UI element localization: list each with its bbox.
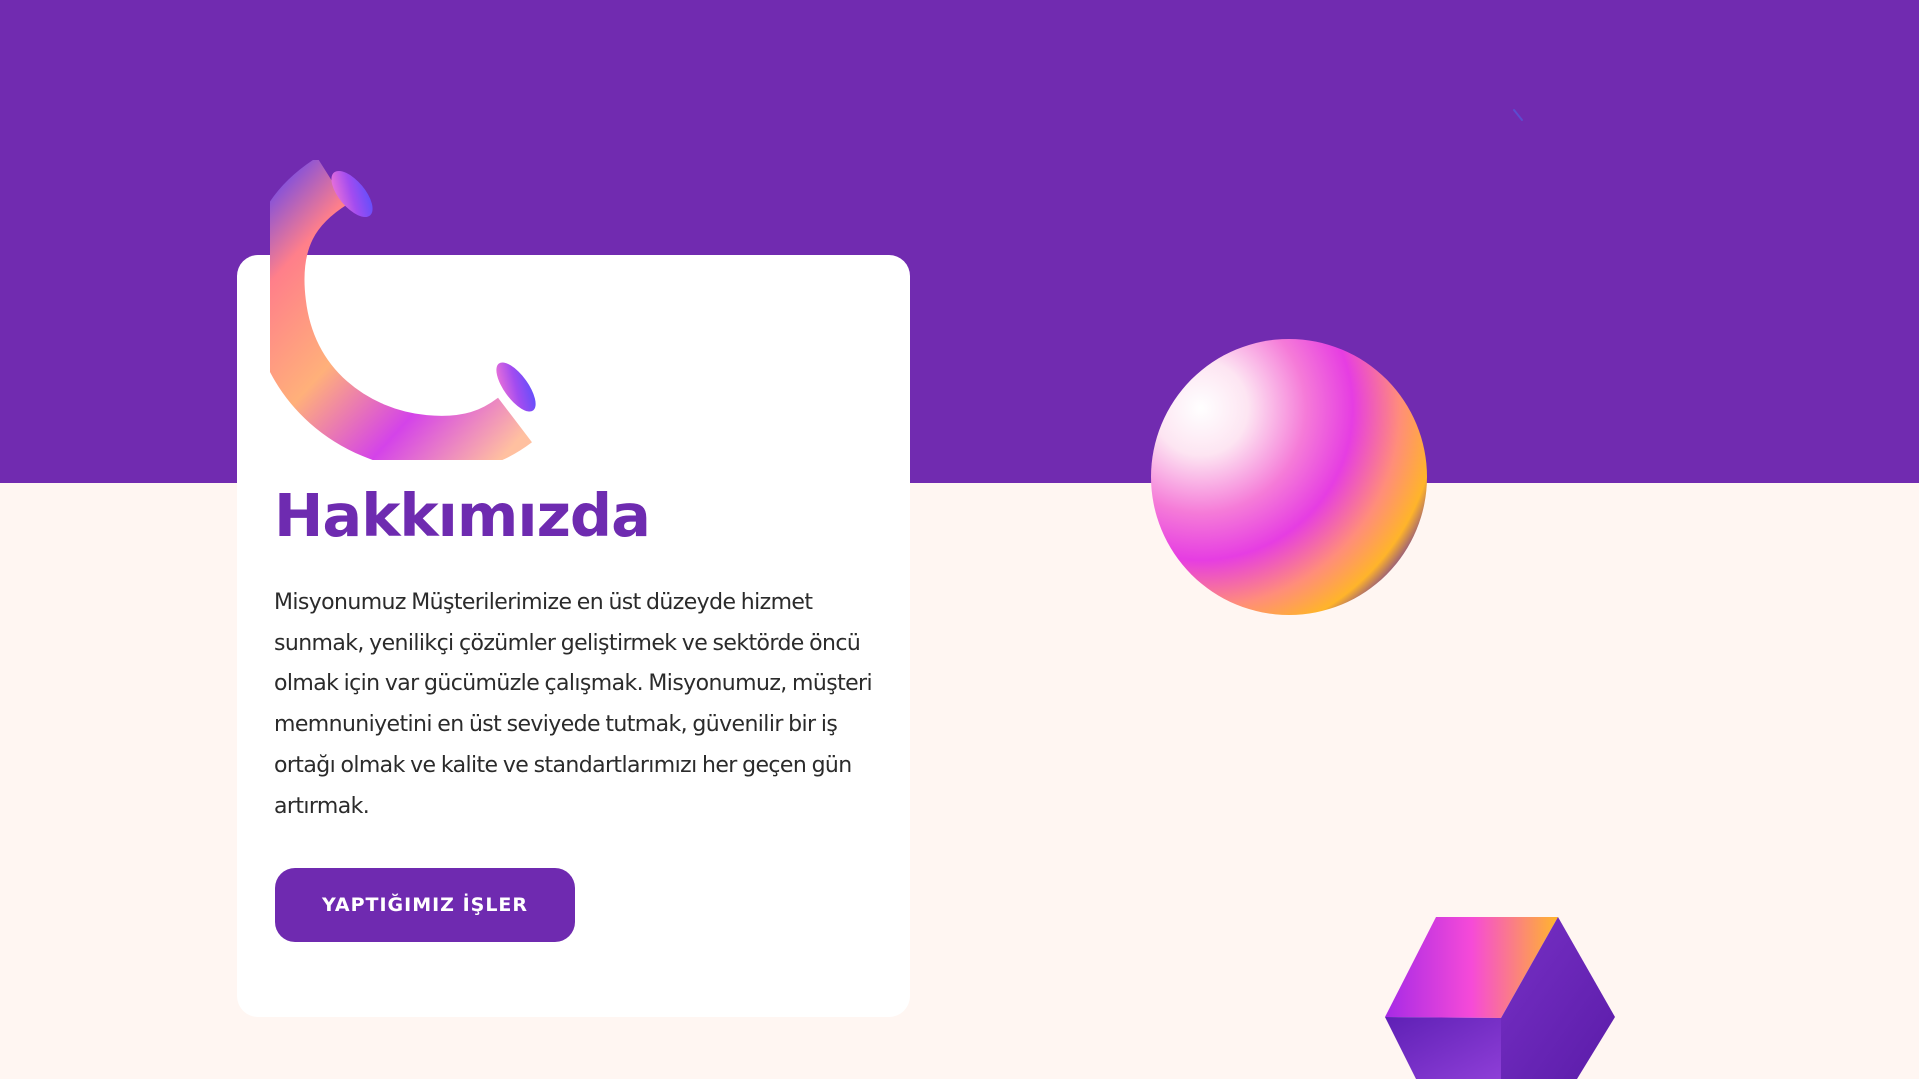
- gradient-sphere-icon: [1151, 339, 1427, 615]
- decorative-dot-icon: [1513, 109, 1523, 121]
- about-heading: Hakkımızda: [274, 481, 651, 550]
- about-paragraph: Misyonumuz Müşterilerimize en üst düzeyd…: [274, 590, 873, 819]
- torus-icon: [270, 160, 536, 460]
- cube-icon: [1385, 917, 1615, 1079]
- our-work-button[interactable]: YAPTIĞIMIZ İŞLER: [275, 868, 575, 942]
